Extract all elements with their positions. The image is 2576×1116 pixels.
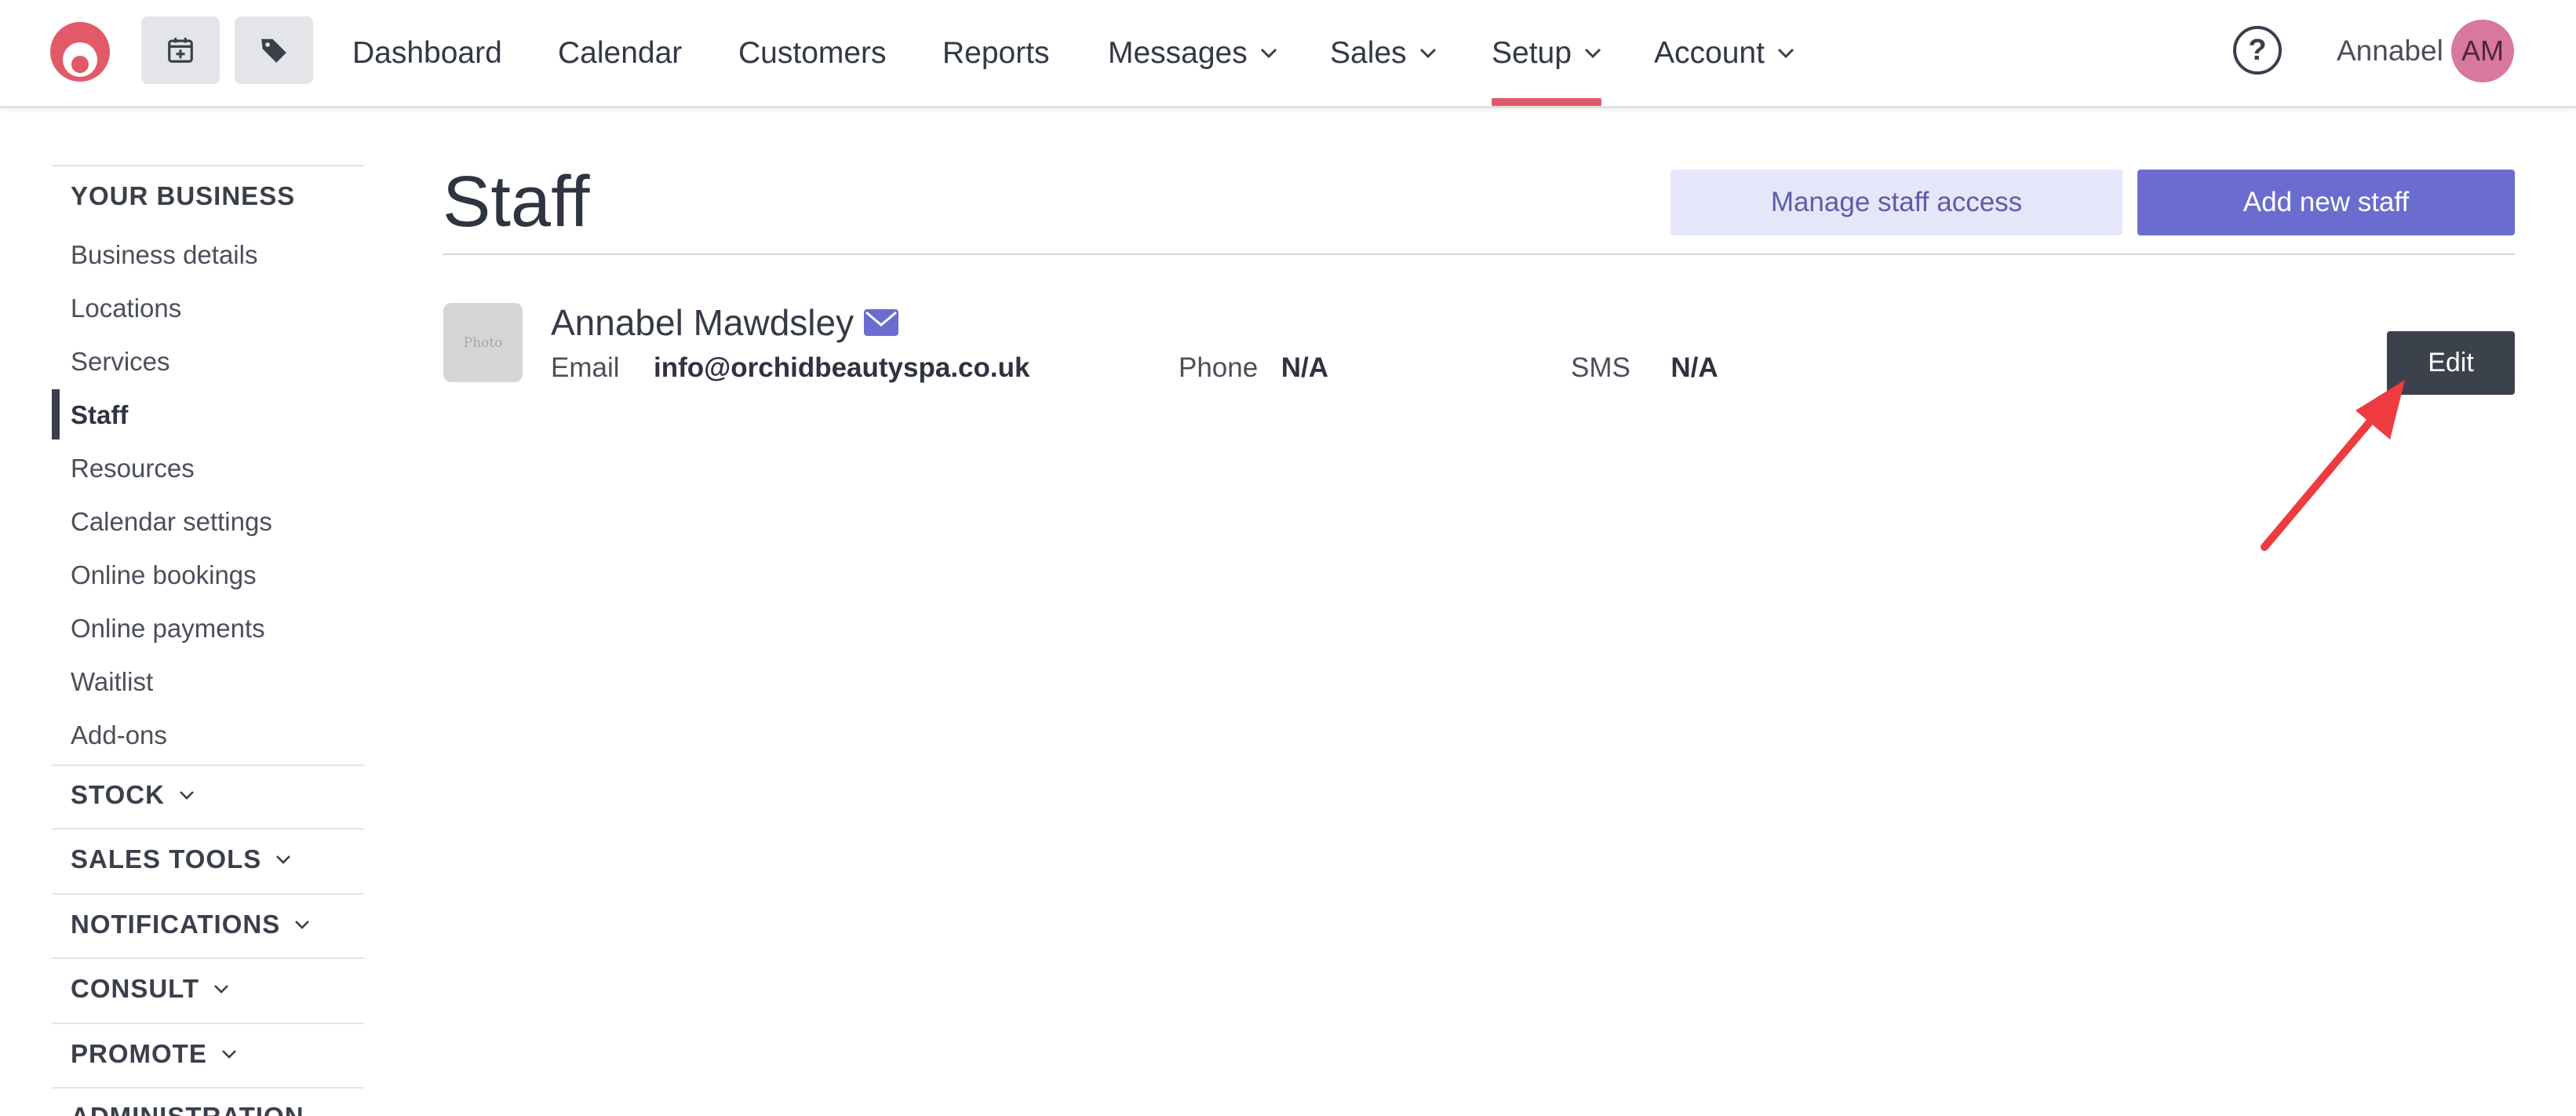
annotation-arrow-icon	[2261, 380, 2405, 551]
